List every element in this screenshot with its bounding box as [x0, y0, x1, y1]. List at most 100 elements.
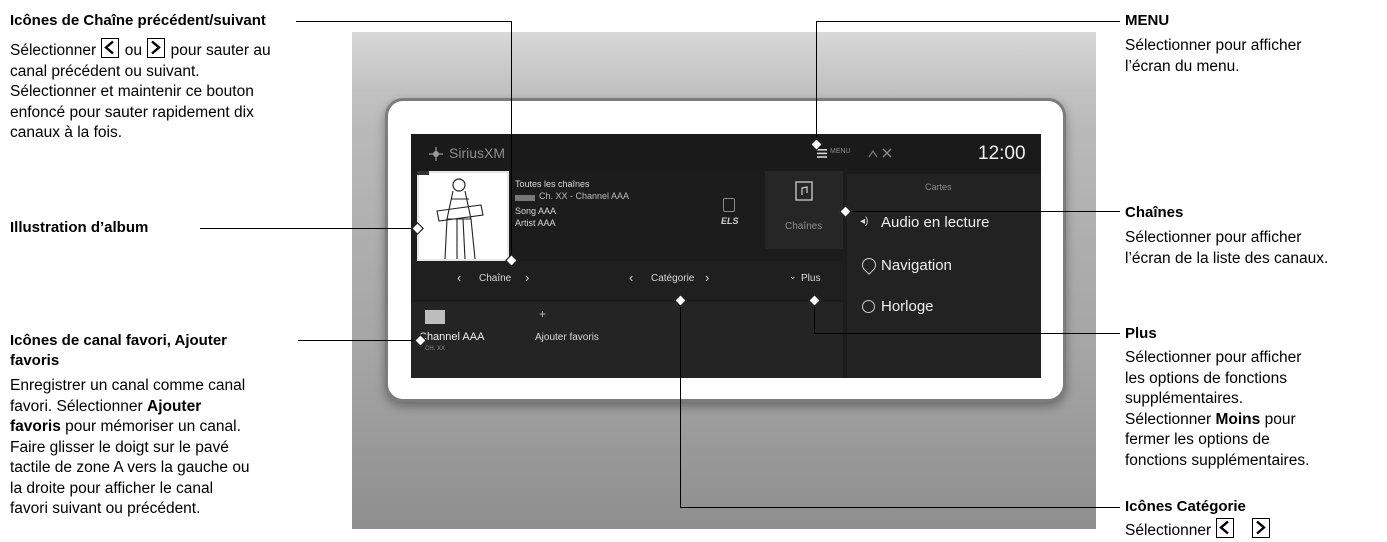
plus-line6: fonctions supplémentaires. [1125, 451, 1310, 469]
prev-next-line4: enfoncé pour sauter rapidement dix [10, 103, 254, 121]
favorites-line6: la droite pour afficher le canal [10, 479, 214, 497]
menu-label: MENU [830, 148, 851, 155]
hamburger-icon [817, 149, 827, 158]
chain-next-button[interactable]: › [525, 270, 529, 285]
favorites-title: Icônes de canal favori, Ajouter favoris [10, 331, 227, 371]
plus-line2: les options de fonctions [1125, 369, 1287, 387]
chain-prev-button[interactable]: ‹ [457, 270, 461, 285]
favorites-title-line1: Icônes de canal favori, Ajouter [10, 332, 228, 349]
favorites-body: Enregistrer un canal comme canal favori.… [10, 376, 350, 520]
menu-title: MENU [1125, 12, 1170, 29]
clock: 12:00 [978, 143, 1026, 164]
nav-row [411, 261, 843, 299]
category-line1-pre: Sélectionner [1125, 522, 1212, 539]
channels-line2: l’écran de la liste des canaux. [1125, 249, 1329, 267]
all-channels-label: Toutes les chaînes [515, 179, 590, 189]
menu-line2: l’écran du menu. [1125, 57, 1240, 75]
favorites-line7: favori suivant ou précédent. [10, 500, 201, 517]
side-menu-audio[interactable]: Audio en lecture [881, 214, 989, 231]
album-art-title: Illustration d’album [10, 219, 149, 236]
favorites-line3-post: pour mémoriser un canal. [65, 418, 241, 435]
brand-label: SiriusXM [449, 145, 506, 161]
top-bar [411, 134, 1041, 174]
leader-plus-h [814, 333, 1120, 335]
leader-album-h [200, 228, 418, 230]
plus-line5: fermer les options de [1125, 431, 1270, 448]
prev-next-line1-post: pour sauter au [170, 42, 271, 59]
prev-next-line2: canal précédent ou suivant. [10, 62, 200, 80]
favorites-line3-bold: favoris [10, 418, 61, 435]
plus-chevron-icon[interactable]: ⌄ [789, 271, 797, 282]
channel-logo-icon [515, 195, 535, 201]
channels-line1: Sélectionner pour afficher [1125, 229, 1302, 246]
favorites-title-line2: favoris [10, 352, 60, 369]
channels-title: Chaînes [1125, 204, 1184, 221]
prev-next-line5: canaux à la fois. [10, 124, 123, 141]
speaker-icon: ◂) [860, 216, 869, 227]
side-menu [847, 174, 1041, 378]
chain-label: Chaîne [479, 273, 512, 284]
category-prev-arrow-icon [1216, 518, 1235, 538]
menu-line1: Sélectionner pour afficher [1125, 37, 1302, 54]
category-body: Sélectionner [1125, 518, 1387, 542]
category-next-button[interactable]: › [705, 270, 709, 285]
plus-line4-pre: Sélectionner [1125, 410, 1212, 428]
channels-body: Sélectionner pour afficher l’écran de la… [1125, 228, 1387, 269]
favorites-line2-pre: favori. Sélectionner [10, 397, 143, 415]
prev-arrow-icon [101, 38, 120, 58]
plus-body: Sélectionner pour afficher les options d… [1125, 348, 1387, 471]
side-menu-navigation[interactable]: Navigation [881, 257, 952, 274]
side-menu-clock[interactable]: Horloge [881, 298, 934, 315]
category-prev-button[interactable]: ‹ [629, 270, 633, 285]
plus-line4-bold: Moins [1215, 410, 1261, 428]
leader-channels-h [846, 211, 1120, 213]
prev-next-line3: Sélectionner et maintenir ce bouton [10, 83, 254, 100]
siriusxm-logo-icon [429, 147, 443, 161]
channels-label: Chaînes [785, 221, 823, 232]
menu-button[interactable]: MENU [813, 146, 853, 162]
album-art [417, 171, 509, 261]
favorite-channel-sub: CH. XX [425, 346, 446, 352]
infotainment-screen: SiriusXM MENU 12:00 Toutes les chaînes C… [411, 134, 1041, 378]
leader-menu-v [816, 21, 818, 145]
category-next-arrow-icon [1251, 518, 1270, 538]
plus-line4-post: pour [1264, 410, 1296, 428]
menu-body: Sélectionner pour afficher l’écran du me… [1125, 36, 1385, 77]
favorite-channel-name[interactable]: Channel AAA [419, 331, 484, 343]
plus-label[interactable]: Plus [801, 273, 820, 284]
leader-fav-h [298, 340, 421, 342]
favorites-line2-bold: Ajouter [147, 397, 202, 415]
next-arrow-icon [147, 38, 166, 58]
els-badge: ELS [721, 216, 739, 226]
leader-prev-next-v [511, 21, 513, 261]
prev-next-body: Sélectionner ou pour sauter au canal pré… [10, 38, 350, 144]
prev-next-line1-pre: Sélectionner [10, 42, 97, 59]
clock-icon [862, 300, 875, 313]
leader-prev-next-h [296, 21, 512, 23]
dashboard-top [352, 32, 1096, 92]
favorites-line5: tactile de zone A vers la gauche ou [10, 459, 250, 476]
leader-category-v [680, 300, 682, 508]
plus-title: Plus [1125, 325, 1157, 342]
add-favorites-label[interactable]: Ajouter favoris [535, 332, 599, 343]
channel-line: Ch. XX - Channel AAA [539, 191, 630, 201]
prev-next-title: Icônes de Chaîne précédent/suivant [10, 12, 266, 29]
status-icons [867, 146, 907, 160]
song-label: Song AAA [515, 206, 557, 216]
plus-line3: supplémentaires. [1125, 390, 1244, 407]
side-menu-maps[interactable]: Cartes [925, 182, 952, 192]
prev-next-line1-mid: ou [124, 42, 143, 59]
favorite-channel-logo-icon [425, 310, 445, 324]
leader-category-h [680, 507, 1120, 509]
category-label: Catégorie [651, 273, 695, 284]
favorites-line1: Enregistrer un canal comme canal [10, 377, 246, 394]
add-favorite-plus-icon[interactable]: + [539, 307, 546, 321]
channels-button[interactable]: Chaînes [765, 171, 843, 249]
music-list-icon [795, 181, 813, 201]
favorites-line4: Faire glisser le doigt sur le pavé [10, 438, 229, 456]
leader-menu-h [816, 21, 1120, 23]
tag-icon [723, 198, 735, 212]
category-title: Icônes Catégorie [1125, 498, 1246, 515]
artist-label: Artist AAA [515, 218, 556, 228]
plus-line1: Sélectionner pour afficher [1125, 349, 1302, 366]
